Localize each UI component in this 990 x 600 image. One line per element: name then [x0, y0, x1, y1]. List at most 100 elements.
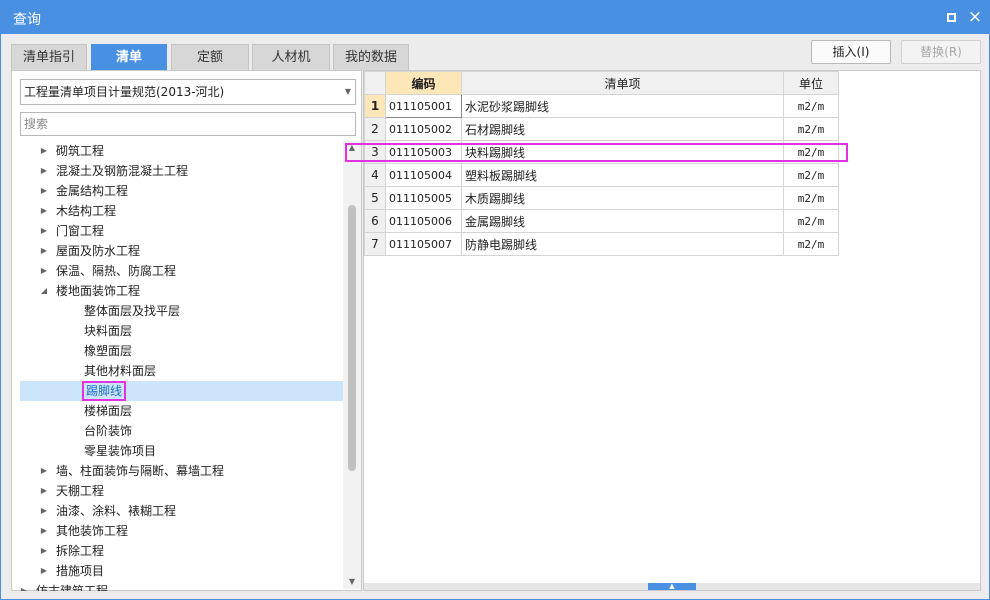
table-row[interactable]: 6 011105006 金属踢脚线 m2/m — [364, 209, 839, 233]
tree-item[interactable]: ▶ 仿古建筑工程 — [20, 581, 343, 591]
tree-item[interactable]: 零星装饰项目 — [20, 441, 343, 461]
caret-right-icon[interactable]: ▶ — [38, 501, 50, 521]
cell-item[interactable]: 塑料板踢脚线 — [461, 163, 784, 187]
tree-item[interactable]: ▶ 屋面及防水工程 — [20, 241, 343, 261]
scroll-down-icon[interactable]: ▼ — [343, 575, 361, 589]
caret-right-icon[interactable]: ▶ — [38, 201, 50, 221]
cell-item[interactable]: 金属踢脚线 — [461, 209, 784, 233]
caret-right-icon[interactable]: ▶ — [38, 261, 50, 281]
table-row[interactable]: 2 011105002 石材踢脚线 m2/m — [364, 117, 839, 141]
tree-item-label: 其他材料面层 — [84, 364, 157, 378]
cell-item[interactable]: 木质踢脚线 — [461, 186, 784, 210]
cell-index[interactable]: 4 — [364, 163, 386, 187]
tree-item[interactable]: 块料面层 — [20, 321, 343, 341]
scrollbar-thumb[interactable] — [348, 205, 356, 471]
cell-code[interactable]: 011105005 — [385, 186, 462, 210]
tree-item[interactable]: ▶ 措施项目 — [20, 561, 343, 581]
tab-labor-material-machine[interactable]: 人材机 — [252, 44, 330, 70]
title-bar[interactable]: 查询 × — [1, 1, 989, 34]
tree-item[interactable]: 楼梯面层 — [20, 401, 343, 421]
tree-item[interactable]: ◢ 楼地面装饰工程 — [20, 281, 343, 301]
maximize-button[interactable] — [941, 7, 961, 27]
tab-list-guide[interactable]: 清单指引 — [11, 44, 87, 70]
table-row[interactable]: 1 011105001 水泥砂浆踢脚线 m2/m — [364, 94, 839, 118]
tree-item[interactable]: 台阶装饰 — [20, 421, 343, 441]
table-row[interactable]: 4 011105004 塑料板踢脚线 m2/m — [364, 163, 839, 187]
caret-right-icon[interactable]: ▶ — [38, 481, 50, 501]
results-table: 编码 清单项 单位 1 011105001 水泥砂浆踢脚线 m2/m 2 01110500… — [364, 71, 839, 256]
cell-unit[interactable]: m2/m — [783, 94, 839, 118]
caret-right-icon[interactable]: ▶ — [38, 161, 50, 181]
cell-index[interactable]: 2 — [364, 117, 386, 141]
cell-code[interactable]: 011105003 — [385, 140, 462, 164]
replace-button[interactable]: 替换(R) — [901, 40, 981, 64]
tree-item[interactable]: ▶ 木结构工程 — [20, 201, 343, 221]
cell-item[interactable]: 水泥砂浆踢脚线 — [461, 94, 784, 118]
cell-index[interactable]: 3 — [364, 140, 386, 164]
insert-button[interactable]: 插入(I) — [811, 40, 891, 64]
unit-header[interactable]: 单位 — [783, 71, 839, 95]
tree-item[interactable]: ▶ 混凝土及钢筋混凝土工程 — [20, 161, 343, 181]
tree-item[interactable]: ▶ 天棚工程 — [20, 481, 343, 501]
tree-item[interactable]: 踢脚线 — [20, 381, 343, 401]
caret-right-icon[interactable]: ▶ — [38, 521, 50, 541]
cell-unit[interactable]: m2/m — [783, 117, 839, 141]
tab-list[interactable]: 清单 — [91, 44, 167, 70]
item-header[interactable]: 清单项 — [461, 71, 784, 95]
cell-unit[interactable]: m2/m — [783, 140, 839, 164]
cell-index[interactable]: 7 — [364, 232, 386, 256]
cell-item[interactable]: 块料踢脚线 — [461, 140, 784, 164]
tab-quota[interactable]: 定额 — [171, 44, 249, 70]
cell-code[interactable]: 011105004 — [385, 163, 462, 187]
cell-index[interactable]: 5 — [364, 186, 386, 210]
chevron-down-icon: ▼ — [344, 87, 351, 96]
collapse-up-icon[interactable]: ▲ — [648, 583, 696, 590]
cell-item[interactable]: 石材踢脚线 — [461, 117, 784, 141]
table-row[interactable]: 7 011105007 防静电踢脚线 m2/m — [364, 232, 839, 256]
tree-item-label: 墙、柱面装饰与隔断、幕墙工程 — [56, 464, 225, 478]
caret-right-icon[interactable]: ▶ — [38, 181, 50, 201]
tree-item[interactable]: 其他材料面层 — [20, 361, 343, 381]
tree-item[interactable]: 整体面层及找平层 — [20, 301, 343, 321]
table-row[interactable]: 3 011105003 块料踢脚线 m2/m — [364, 140, 839, 164]
tab-my-data[interactable]: 我的数据 — [333, 44, 409, 70]
caret-right-icon[interactable]: ▶ — [38, 561, 50, 581]
caret-right-icon[interactable]: ▶ — [38, 461, 50, 481]
tree-item[interactable]: ▶ 油漆、涂料、裱糊工程 — [20, 501, 343, 521]
tree-item[interactable]: ▶ 保温、隔热、防腐工程 — [20, 261, 343, 281]
close-button[interactable]: × — [965, 7, 985, 27]
cell-index[interactable]: 6 — [364, 209, 386, 233]
cell-unit[interactable]: m2/m — [783, 232, 839, 256]
tree-item[interactable]: ▶ 其他装饰工程 — [20, 521, 343, 541]
tree-item[interactable]: ▶ 金属结构工程 — [20, 181, 343, 201]
caret-right-icon[interactable]: ▶ — [38, 141, 50, 161]
cell-index[interactable]: 1 — [364, 94, 386, 118]
scroll-up-icon[interactable]: ▲ — [343, 141, 361, 155]
table-row[interactable]: 5 011105005 木质踢脚线 m2/m — [364, 186, 839, 210]
cell-code[interactable]: 011105006 — [385, 209, 462, 233]
tree-item-label: 砌筑工程 — [56, 144, 105, 158]
caret-right-icon[interactable]: ▶ — [38, 221, 50, 241]
tree-item[interactable]: ▶ 墙、柱面装饰与隔断、幕墙工程 — [20, 461, 343, 481]
tree-item[interactable]: 橡塑面层 — [20, 341, 343, 361]
cell-code[interactable]: 011105007 — [385, 232, 462, 256]
cell-item[interactable]: 防静电踢脚线 — [461, 232, 784, 256]
cell-unit[interactable]: m2/m — [783, 186, 839, 210]
window-title: 查询 — [13, 12, 41, 28]
tree-item[interactable]: ▶ 砌筑工程 — [20, 141, 343, 161]
tree-scrollbar[interactable]: ▲ ▼ — [343, 141, 361, 589]
spec-select[interactable]: 工程量清单项目计量规范(2013-河北) ▼ — [20, 79, 356, 105]
cell-unit[interactable]: m2/m — [783, 163, 839, 187]
cell-code[interactable]: 011105001 — [385, 94, 462, 118]
caret-right-icon[interactable]: ▶ — [38, 541, 50, 561]
search-input[interactable] — [20, 112, 356, 136]
cell-unit[interactable]: m2/m — [783, 209, 839, 233]
cell-code[interactable]: 011105002 — [385, 117, 462, 141]
tree-item[interactable]: ▶ 门窗工程 — [20, 221, 343, 241]
caret-down-icon[interactable]: ◢ — [38, 281, 50, 301]
code-header[interactable]: 编码 — [385, 71, 462, 95]
caret-right-icon[interactable]: ▶ — [38, 241, 50, 261]
table-scrollbar[interactable]: ▲ — [364, 583, 980, 590]
tree-item[interactable]: ▶ 拆除工程 — [20, 541, 343, 561]
caret-right-icon[interactable]: ▶ — [18, 581, 30, 591]
